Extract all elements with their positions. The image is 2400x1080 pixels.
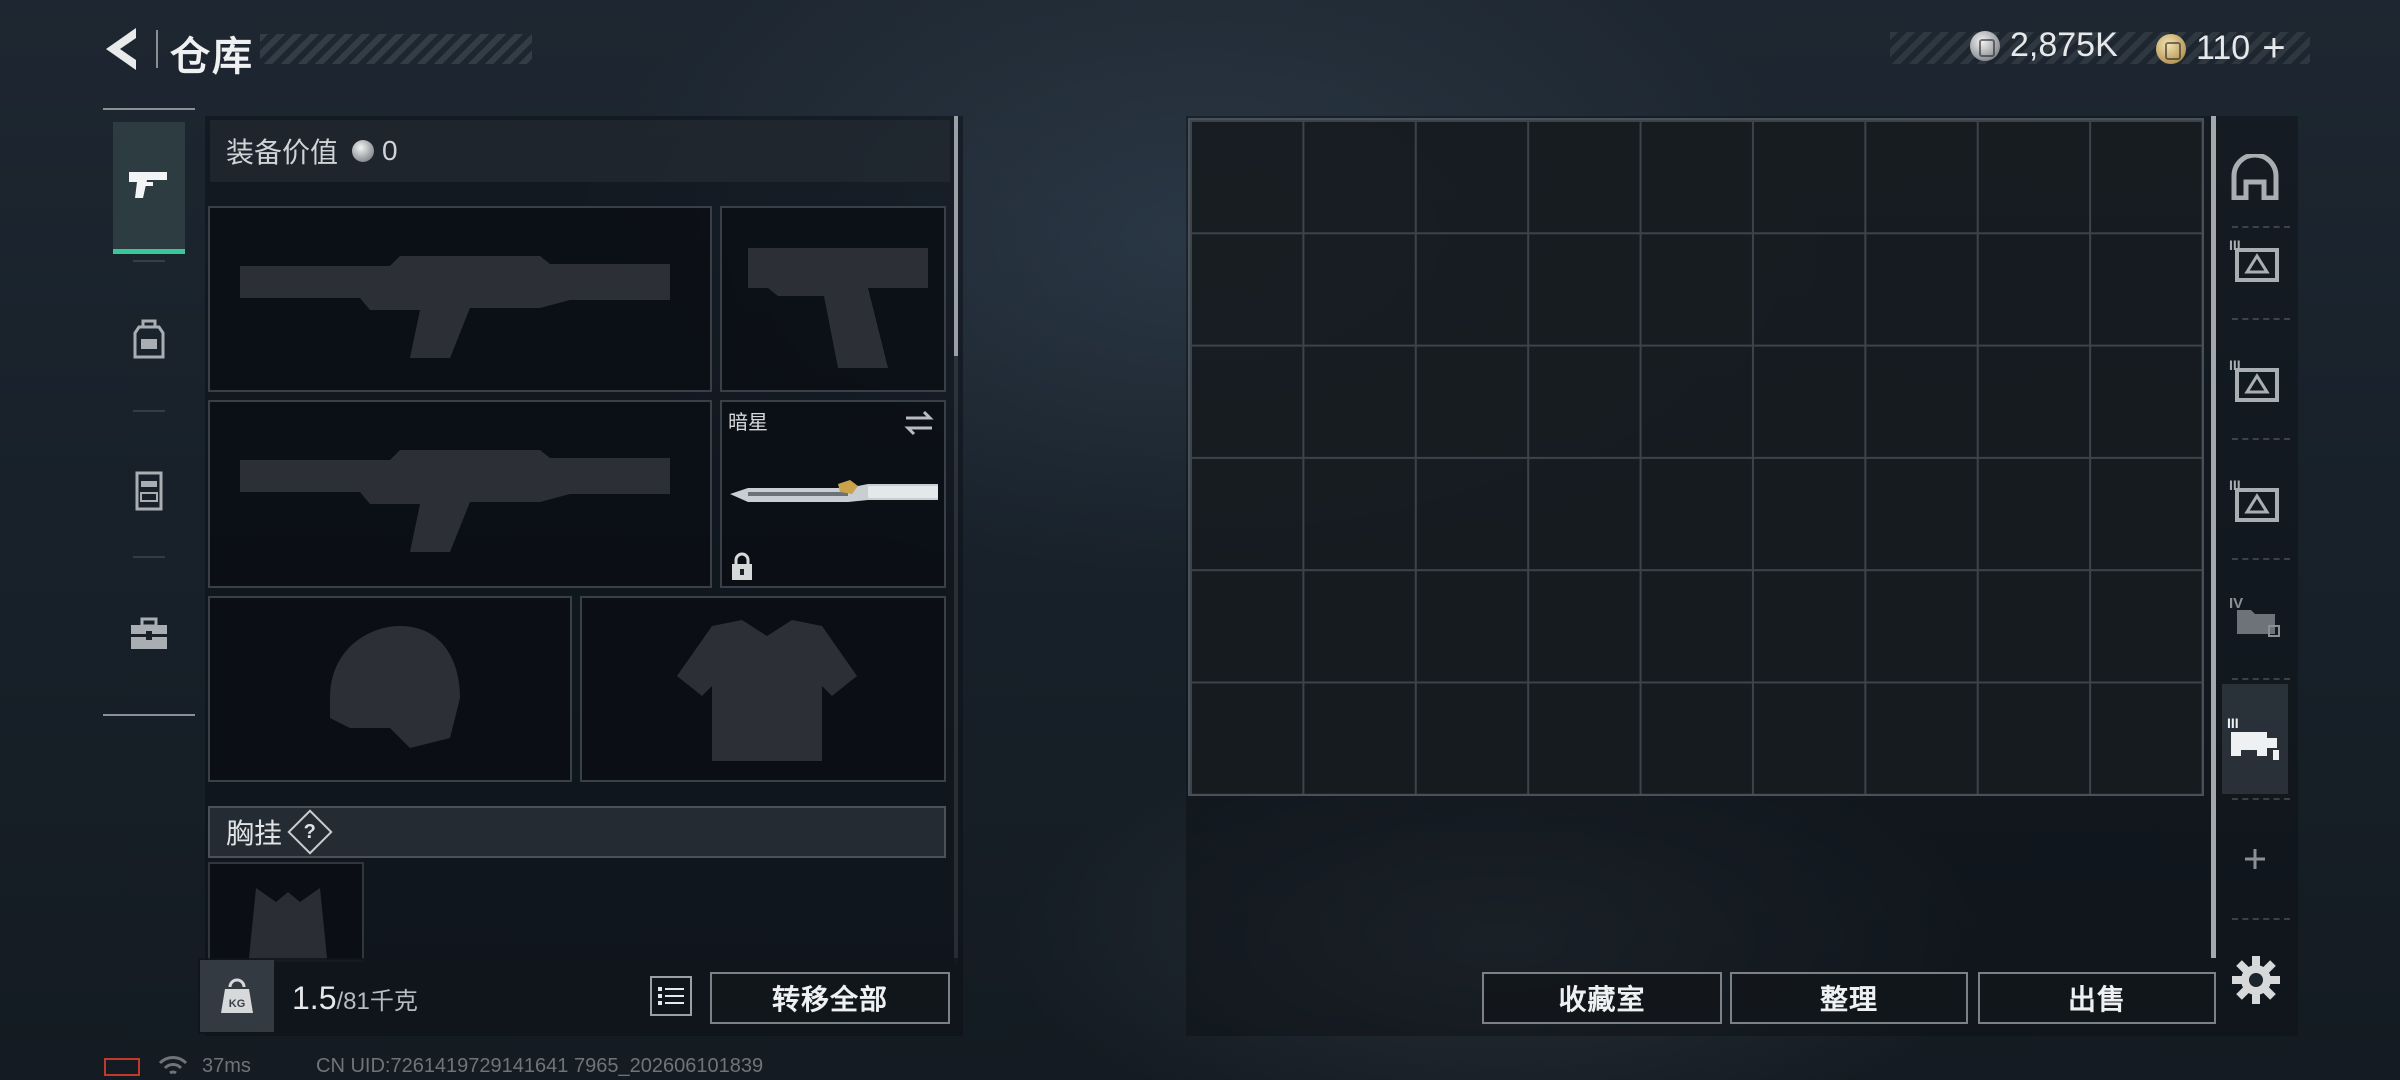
nav-divider <box>133 260 165 262</box>
svg-text:IV: IV <box>2229 595 2243 612</box>
knife-icon <box>730 480 938 502</box>
toolbox-icon <box>131 617 167 649</box>
folder-tier-4-icon: IV <box>2229 595 2280 637</box>
title-stripe-decoration <box>260 34 532 64</box>
silver-currency-value: 2,875K <box>2010 26 2118 64</box>
gold-coin-icon <box>2156 33 2186 64</box>
gear-icon <box>2232 956 2280 1004</box>
secondary-weapon-slot[interactable] <box>208 400 712 588</box>
tab-divider <box>2232 558 2290 560</box>
weight-max: /81千克 <box>336 988 418 1015</box>
rack-tier-3-icon: III <box>2227 715 2279 760</box>
weight-indicator: KG <box>200 960 274 1032</box>
organize-button[interactable]: 整理 <box>1730 972 1968 1024</box>
collection-room-button[interactable]: 收藏室 <box>1482 972 1722 1024</box>
chest-rig-slot[interactable] <box>208 862 364 962</box>
wifi-icon <box>158 1056 188 1075</box>
container-tab-4[interactable]: III <box>2222 446 2288 556</box>
vest-icon <box>135 471 163 511</box>
armor-silhouette-icon <box>677 620 857 761</box>
tab-divider <box>2232 918 2290 920</box>
storage-grid[interactable] <box>1188 118 2204 796</box>
nav-item-armor[interactable] <box>113 274 185 406</box>
gold-currency-value: 110 <box>2196 29 2251 67</box>
settings-button[interactable] <box>2228 952 2284 1008</box>
lock-icon <box>732 552 752 580</box>
body-armor-slot[interactable] <box>580 596 946 782</box>
melee-item-name: 暗星 <box>728 412 768 434</box>
tab-divider <box>2232 438 2290 440</box>
svg-text:III: III <box>2227 715 2239 731</box>
left-category-nav <box>103 108 195 716</box>
add-container-icon <box>2245 849 2265 869</box>
rifle-silhouette-icon <box>240 256 670 358</box>
rifle-silhouette-icon <box>240 450 670 552</box>
add-gold-button[interactable]: + <box>2262 26 2285 71</box>
equipment-value-amount: 0 <box>382 135 398 166</box>
container-tab-3[interactable]: III <box>2222 326 2288 436</box>
gold-currency[interactable]: 110 + <box>2156 26 2286 71</box>
container-arch-icon <box>2231 154 2279 200</box>
pistol-icon <box>129 171 167 198</box>
weight-current: 1.5 <box>292 980 337 1016</box>
transfer-all-button[interactable]: 转移全部 <box>710 972 950 1024</box>
storage-scrollbar[interactable] <box>2211 116 2216 958</box>
add-container-button[interactable] <box>2222 804 2288 914</box>
nav-divider <box>133 410 165 412</box>
carry-weight: 1.5/81千克 <box>292 980 418 1017</box>
tab-divider <box>2232 678 2290 680</box>
help-button[interactable]: ? <box>287 809 333 855</box>
chest-rig-silhouette-icon <box>248 888 328 960</box>
helmet-slot[interactable] <box>208 596 572 782</box>
chest-rig-label: 胸挂 <box>226 818 283 849</box>
container-tab-6[interactable]: III <box>2222 684 2288 794</box>
silver-coin-icon <box>352 140 375 162</box>
back-arrow-icon <box>106 28 136 70</box>
pistol-slot[interactable] <box>720 206 946 392</box>
chest-rig-header: 胸挂 ? <box>208 806 946 858</box>
nav-divider <box>133 556 165 558</box>
case-tier-3-icon: III <box>2229 357 2279 402</box>
list-icon <box>658 987 684 1005</box>
help-icon: ? <box>303 820 317 843</box>
helmet-silhouette-icon <box>330 626 460 748</box>
melee-slot[interactable]: 暗星 <box>720 400 946 588</box>
svg-text:KG: KG <box>229 998 246 1010</box>
battery-icon <box>104 1058 140 1076</box>
back-button[interactable] <box>100 24 148 74</box>
pistol-silhouette-icon <box>748 248 928 368</box>
weight-kg-icon: KG <box>221 978 253 1013</box>
container-tab-2[interactable]: III <box>2222 206 2288 316</box>
ping-text: 37ms <box>202 1055 251 1077</box>
silver-currency: 2,875K <box>1970 26 2118 65</box>
case-tier-3-icon: III <box>2229 477 2279 522</box>
header-divider <box>156 30 158 68</box>
equipment-scrollbar[interactable] <box>954 116 958 356</box>
sell-button[interactable]: 出售 <box>1978 972 2216 1024</box>
tab-divider <box>2232 318 2290 320</box>
swap-icon[interactable] <box>902 410 936 436</box>
tab-divider <box>2232 798 2290 800</box>
container-tab-5[interactable]: IV <box>2222 562 2288 672</box>
nav-item-rig[interactable] <box>113 424 185 556</box>
case-tier-3-icon: III <box>2229 237 2279 282</box>
equipment-value-label: 装备价值 <box>226 137 339 168</box>
equipment-value-bar: 装备价值 0 <box>210 120 950 182</box>
silver-coin-icon <box>1970 30 2000 61</box>
nav-item-weapons[interactable] <box>113 122 185 254</box>
uid-text: CN UID:7261419729141641 7965_20260610183… <box>316 1055 764 1077</box>
list-view-button[interactable] <box>650 976 692 1016</box>
page-title: 仓库 <box>170 35 254 79</box>
nav-item-toolbox[interactable] <box>113 568 185 700</box>
primary-weapon-slot[interactable] <box>208 206 712 392</box>
backpack-icon <box>133 319 165 359</box>
